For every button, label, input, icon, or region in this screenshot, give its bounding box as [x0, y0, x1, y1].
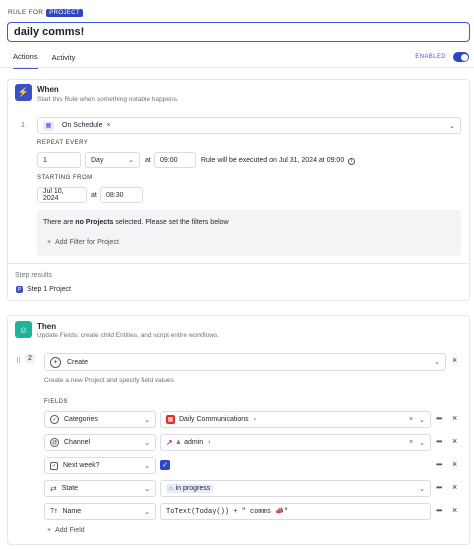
state-chip: ⌂ in progress [166, 484, 214, 493]
remove-field-button[interactable]: × [452, 413, 457, 423]
enabled-label: ENABLED [415, 54, 446, 60]
text-icon: Tт [50, 508, 58, 515]
starting-from-label: STARTING FROM [37, 175, 93, 181]
chevron-down-icon: ⌄ [434, 359, 440, 366]
chevron-down-icon: ⌄ [144, 485, 150, 493]
chevron-down-icon: ⌄ [419, 485, 425, 493]
repeat-unit-select[interactable]: Day ⌄ [85, 152, 140, 168]
filter-notice: There are no Projects selected. Please s… [43, 219, 229, 226]
then-title: Then [37, 322, 57, 331]
chevron-down-icon: ⌄ [144, 462, 150, 470]
remove-field-button[interactable]: × [452, 505, 457, 515]
more-options-icon[interactable]: ••• [436, 460, 442, 469]
calendar-icon: ▦ [166, 415, 175, 424]
clear-icon[interactable]: × [409, 439, 413, 446]
plus-icon: + [47, 239, 52, 246]
lightning-icon: ⚡ [15, 84, 32, 101]
channel-logo-icon: ↗ [166, 438, 173, 447]
remove-field-button[interactable]: × [452, 459, 457, 469]
info-icon[interactable]: i [348, 158, 356, 165]
repeat-value-input[interactable]: 1 [37, 152, 81, 168]
drag-handle-icon[interactable]: ⠿ [16, 357, 21, 365]
field-name-channel[interactable]: @ Channel ⌄ [44, 434, 156, 451]
calendar-icon: ▦ [43, 120, 54, 131]
sync-icon: ⇄ [50, 484, 57, 493]
when-title: When [37, 85, 59, 94]
field-value-name[interactable]: ToText(Today()) + " comms 📣" [160, 503, 431, 520]
tab-divider [0, 67, 474, 68]
circle-check-icon: ✓ [50, 415, 59, 424]
chevron-right-icon: › [208, 439, 211, 446]
field-name-name[interactable]: Tт Name ⌄ [44, 503, 156, 520]
clear-icon[interactable]: × [409, 416, 413, 423]
remove-action-button[interactable]: × [452, 355, 457, 365]
chevron-right-icon: › [253, 416, 256, 423]
chevron-down-icon: ⌄ [419, 439, 425, 447]
tab-activity[interactable]: Activity [52, 53, 76, 68]
next-run-text: Rule will be executed on Jul 31, 2024 at… [201, 157, 356, 165]
more-options-icon[interactable]: ••• [436, 483, 442, 492]
start-date-input[interactable]: Jul 10, 2024 [37, 187, 87, 203]
step-number-1: 1 [21, 122, 25, 129]
field-value-categories[interactable]: ▦ Daily Communications › × ⌄ [160, 411, 431, 428]
step-number-2: 2 [25, 354, 35, 363]
add-filter-button[interactable]: + Add Filter for Project [47, 239, 119, 246]
more-options-icon[interactable]: ••• [436, 414, 442, 423]
filter-panel [37, 210, 461, 256]
field-value-state[interactable]: ⌂ in progress ⌄ [160, 480, 431, 497]
checkbox-icon: ✓ [50, 461, 58, 470]
at-label-2: at [91, 192, 97, 199]
field-name-state[interactable]: ⇄ State ⌄ [44, 480, 156, 497]
plus-circle-icon: + [50, 356, 61, 368]
field-value-channel[interactable]: ↗ ♟ admin › × ⌄ [160, 434, 431, 451]
when-subtitle: Start this Rule when something notable h… [37, 96, 179, 103]
chevron-down-icon: ⌄ [128, 157, 134, 164]
rule-for-label: RULE FOR PROJECT [8, 9, 84, 17]
person-icon: ♟ [175, 440, 182, 446]
action-select[interactable]: + Create ⌄ [44, 353, 446, 371]
chevron-down-icon: ⌄ [144, 439, 150, 447]
robot-icon: ☺ [15, 321, 32, 338]
then-subtitle: Update Fields, create child Entities, an… [37, 332, 220, 339]
remove-field-button[interactable]: × [452, 482, 457, 492]
field-name-categories[interactable]: ✓ Categories ⌄ [44, 411, 156, 428]
remove-trigger-icon[interactable]: × [106, 122, 110, 129]
action-hint: Create a new Project and specify field v… [44, 377, 174, 384]
repeat-every-label: REPEAT EVERY [37, 140, 89, 146]
chevron-down-icon: ⌄ [419, 416, 425, 424]
more-options-icon[interactable]: ••• [436, 506, 442, 515]
chevron-down-icon: ⌄ [144, 416, 150, 424]
circle-at-icon: @ [50, 438, 59, 447]
step-result-item[interactable]: P Step 1 Project [16, 286, 71, 293]
step-results-label: Step results [15, 272, 52, 279]
at-label: at [145, 157, 151, 164]
add-field-button[interactable]: + Add Field [47, 527, 85, 534]
more-options-icon[interactable]: ••• [436, 437, 442, 446]
state-icon: ⌂ [169, 485, 173, 492]
card-divider [7, 263, 470, 264]
plus-icon: + [47, 527, 52, 534]
repeat-time-input[interactable]: 09:00 [154, 152, 196, 168]
field-name-next-week[interactable]: ✓ Next week? ⌄ [44, 457, 156, 474]
enabled-toggle[interactable] [453, 52, 469, 62]
rule-title-input[interactable]: daily comms! [7, 22, 470, 42]
chevron-down-icon: ⌄ [144, 508, 150, 516]
start-time-input[interactable]: 08:30 [100, 187, 143, 203]
next-week-checkbox[interactable]: ✓ [160, 460, 170, 470]
trigger-label: On Schedule [62, 122, 103, 129]
entity-type-badge: PROJECT [46, 9, 84, 17]
fields-label: FIELDS [44, 399, 69, 405]
chevron-down-icon[interactable]: ⌄ [449, 122, 455, 130]
remove-field-button[interactable]: × [452, 436, 457, 446]
project-icon: P [16, 286, 23, 293]
trigger-select[interactable]: ▦ On Schedule × ⌄ [37, 117, 461, 134]
